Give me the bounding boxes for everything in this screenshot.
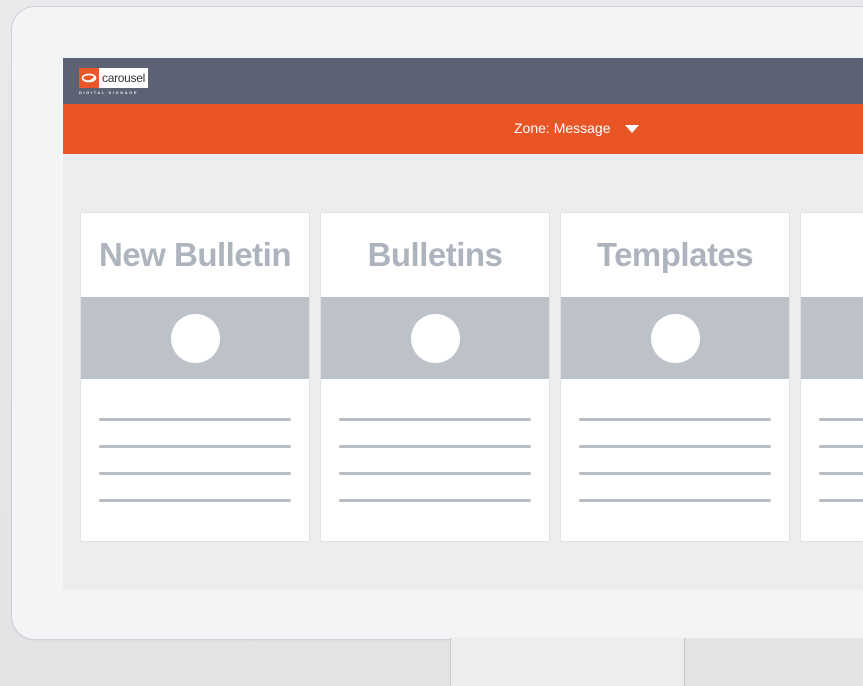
card-thumbnail — [801, 297, 863, 379]
zone-dropdown[interactable]: Zone: Message — [514, 120, 639, 136]
card-text-placeholder — [81, 379, 309, 502]
text-line — [819, 472, 863, 475]
zone-bar: Zone: Message — [63, 104, 863, 154]
placeholder-circle-icon — [170, 313, 220, 363]
app-screen: carousel DIGITAL SIGNAGE Zone: Message N… — [63, 58, 863, 590]
carousel-logo-icon — [79, 68, 99, 88]
card-partial[interactable] — [800, 212, 863, 542]
monitor-stand — [450, 638, 688, 686]
text-line — [339, 472, 531, 475]
carousel-logo[interactable]: carousel DIGITAL SIGNAGE — [79, 68, 148, 95]
text-line — [339, 445, 531, 448]
chevron-down-icon — [624, 125, 639, 133]
logo-tagline: DIGITAL SIGNAGE — [79, 90, 139, 95]
card-new-bulletin[interactable]: New Bulletin — [80, 212, 310, 542]
card-title — [801, 213, 863, 297]
monitor-scene: carousel DIGITAL SIGNAGE Zone: Message N… — [0, 0, 863, 686]
card-list: New Bulletin Bulletins Templates — [80, 212, 863, 542]
card-thumbnail — [561, 297, 789, 379]
card-title: New Bulletin — [98, 236, 292, 273]
text-line — [99, 499, 291, 502]
placeholder-circle-icon — [650, 313, 700, 363]
text-line — [579, 472, 771, 475]
card-bulletins[interactable]: Bulletins — [320, 212, 550, 542]
text-line — [579, 418, 771, 421]
card-text-placeholder — [801, 379, 863, 502]
card-text-placeholder — [561, 379, 789, 502]
text-line — [99, 445, 291, 448]
text-line — [819, 418, 863, 421]
text-line — [579, 499, 771, 502]
text-line — [579, 445, 771, 448]
text-line — [339, 418, 531, 421]
logo-wordmark: carousel — [102, 71, 145, 85]
placeholder-circle-icon — [410, 313, 460, 363]
text-line — [99, 472, 291, 475]
card-templates[interactable]: Templates — [560, 212, 790, 542]
zone-dropdown-label: Zone: Message — [514, 120, 611, 136]
card-title: Bulletins — [367, 236, 503, 273]
text-line — [99, 418, 291, 421]
top-bar: carousel DIGITAL SIGNAGE — [63, 58, 863, 104]
text-line — [339, 499, 531, 502]
card-thumbnail — [321, 297, 549, 379]
card-title: Templates — [596, 236, 754, 273]
card-text-placeholder — [321, 379, 549, 502]
text-line — [819, 499, 863, 502]
text-line — [819, 445, 863, 448]
card-thumbnail — [81, 297, 309, 379]
monitor-stand-shadow — [684, 638, 863, 686]
